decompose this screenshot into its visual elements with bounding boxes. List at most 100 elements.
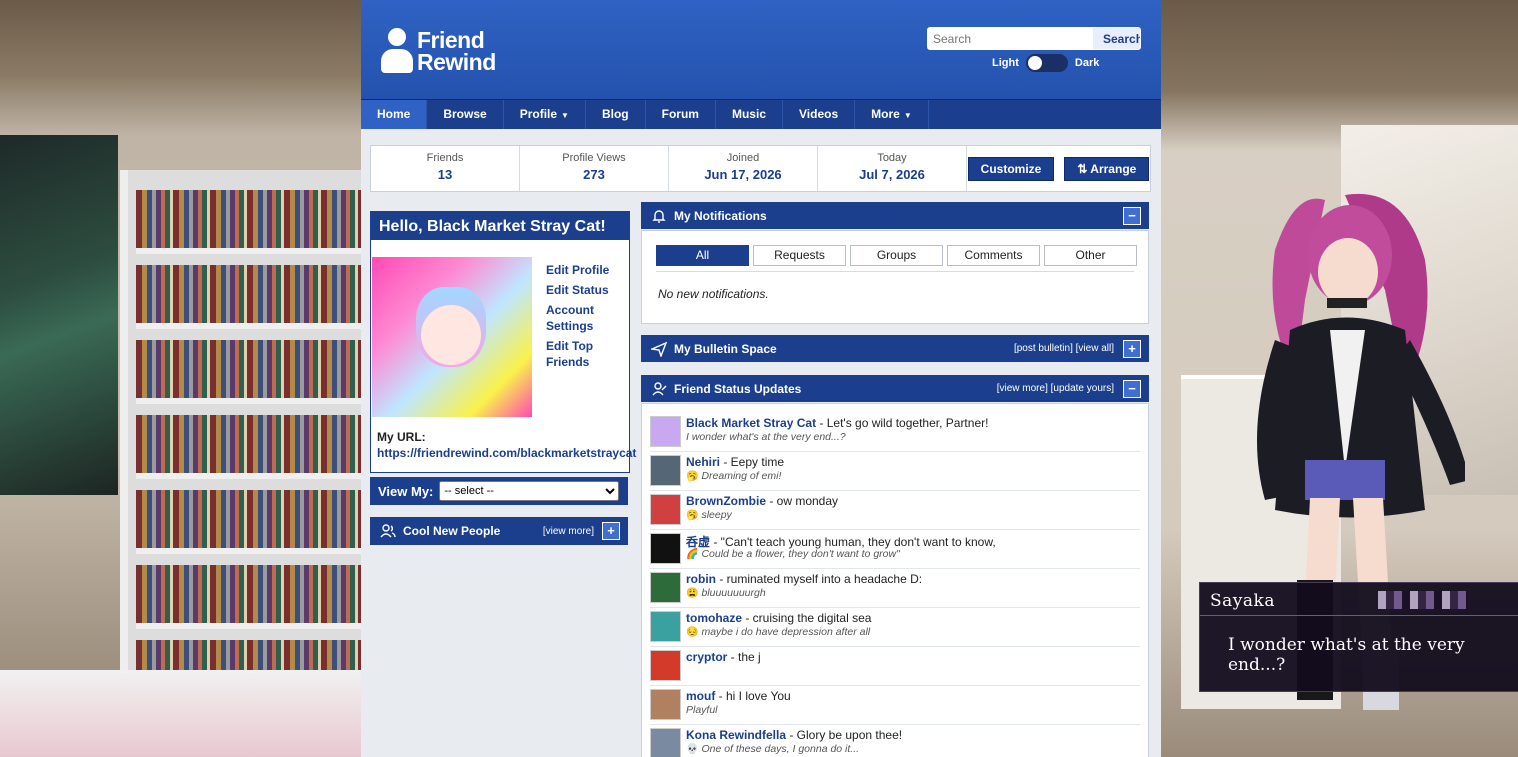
background-room-left xyxy=(0,0,369,757)
theme-dark-label: Dark xyxy=(1074,57,1100,69)
caret-down-icon: ▼ xyxy=(903,111,912,120)
dialogue-line: I wonder what's at the very end...? xyxy=(1228,635,1465,675)
edit-status-link[interactable]: Edit Status xyxy=(546,282,626,298)
status-text: - Glory be upon thee! xyxy=(786,728,903,742)
stat-today: Today Jul 7, 2026 xyxy=(818,146,967,191)
mood-icon: 😔 xyxy=(686,627,699,638)
friend-name-link[interactable]: robin xyxy=(686,572,716,586)
friend-name-link[interactable]: Nehiri xyxy=(686,455,720,469)
bulletin-links[interactable]: [post bulletin] [view all] xyxy=(1014,343,1114,354)
dialogue-box[interactable]: Sayaka I wonder what's at the very end..… xyxy=(1199,582,1518,692)
account-settings-link[interactable]: Account Settings xyxy=(546,302,626,334)
edit-top-friends-link[interactable]: Edit Top Friends xyxy=(546,338,626,370)
friend-avatar[interactable] xyxy=(650,494,681,525)
nav-videos[interactable]: Videos xyxy=(783,100,856,129)
friend-avatar[interactable] xyxy=(650,728,681,757)
status-row: robin - ruminated myself into a headache… xyxy=(650,569,1140,608)
cool-view-more-link[interactable]: [view more] xyxy=(543,526,594,537)
status-updates-title: Friend Status Updates xyxy=(674,381,802,396)
status-text: - ruminated myself into a headache D: xyxy=(716,572,923,586)
arrange-button[interactable]: ⇅ Arrange xyxy=(1064,156,1150,181)
tab-comments[interactable]: Comments xyxy=(947,245,1040,266)
status-line: Black Market Stray Cat - Let's go wild t… xyxy=(686,416,988,430)
nav-forum[interactable]: Forum xyxy=(646,100,716,129)
friend-name-link[interactable]: Black Market Stray Cat xyxy=(686,416,816,430)
nav-home[interactable]: Home xyxy=(361,100,428,129)
nav-more[interactable]: More ▼ xyxy=(855,100,929,129)
mood-icon: 🥱 xyxy=(686,510,699,521)
friend-name-link[interactable]: cryptor xyxy=(686,650,727,664)
status-mood-line: 😔 maybe i do have depression after all xyxy=(686,626,870,638)
notifications-header: My Notifications − xyxy=(641,202,1149,229)
status-line: tomohaze - cruising the digital sea xyxy=(686,611,871,625)
expand-button[interactable]: + xyxy=(602,522,620,540)
site-logo[interactable]: Friend Rewind xyxy=(381,28,496,74)
stat-friends: Friends 13 xyxy=(371,146,520,191)
people-icon xyxy=(380,524,396,538)
friend-avatar[interactable] xyxy=(650,416,681,447)
status-mood-line: 😩 bluuuuuuurgh xyxy=(686,587,766,599)
customize-button[interactable]: Customize xyxy=(967,156,1055,181)
empty-notifications: No new notifications. xyxy=(658,287,769,301)
mood-icon: 🌈 xyxy=(686,549,699,560)
site-main: Friend Rewind Search Light Dark Home Bro… xyxy=(361,0,1161,757)
mood-text: Could be a flower, they don't want to gr… xyxy=(701,548,900,560)
theme-toggle: Light Dark xyxy=(992,54,1099,72)
nav-browse[interactable]: Browse xyxy=(427,100,504,129)
collapse-button[interactable]: − xyxy=(1123,379,1141,398)
friend-name-link[interactable]: Kona Rewindfella xyxy=(686,728,786,742)
friend-avatar[interactable] xyxy=(650,533,681,564)
status-text: - hi I love You xyxy=(715,689,791,703)
stat-profile-views: Profile Views 273 xyxy=(520,146,669,191)
main-nav: Home Browse Profile ▼ Blog Forum Music Vi… xyxy=(361,99,1161,129)
friend-name-link[interactable]: mouf xyxy=(686,689,715,703)
search-input[interactable] xyxy=(928,28,1093,49)
status-row: mouf - hi I love You Playful xyxy=(650,686,1140,725)
mood-text: bluuuuuuurgh xyxy=(701,587,766,599)
tab-groups[interactable]: Groups xyxy=(850,245,943,266)
status-line: Kona Rewindfella - Glory be upon thee! xyxy=(686,728,902,742)
status-updates-links[interactable]: [view more] [update yours] xyxy=(997,383,1114,394)
caret-down-icon: ▼ xyxy=(561,111,569,120)
view-my-select[interactable]: -- select -- xyxy=(439,481,620,501)
friend-name-link[interactable]: tomohaze xyxy=(686,611,742,625)
friend-avatar[interactable] xyxy=(650,611,681,642)
mood-text: maybe i do have depression after all xyxy=(701,626,871,638)
dialogue-speaker: Sayaka xyxy=(1210,591,1275,611)
profile-stats-bar: Friends 13 Profile Views 273 Joined Jun … xyxy=(370,145,1151,192)
mood-icon: 💀 xyxy=(686,744,699,755)
profile-avatar[interactable] xyxy=(372,257,532,417)
status-text: - ow monday xyxy=(766,494,839,508)
edit-profile-link[interactable]: Edit Profile xyxy=(546,262,626,278)
collapse-button[interactable]: − xyxy=(1123,206,1141,225)
friend-avatar[interactable] xyxy=(650,689,681,720)
nav-music[interactable]: Music xyxy=(716,100,783,129)
tabs-divider xyxy=(656,271,1134,272)
search-button[interactable]: Search xyxy=(1093,28,1140,49)
my-url-link[interactable]: https://friendrewind.com/blackmarketstra… xyxy=(377,446,636,460)
friend-avatar[interactable] xyxy=(650,455,681,486)
background-bookshelf xyxy=(120,170,369,757)
nav-blog[interactable]: Blog xyxy=(586,100,646,129)
status-updates-list: Black Market Stray Cat - Let's go wild t… xyxy=(641,403,1149,757)
expand-button[interactable]: + xyxy=(1123,339,1141,358)
nav-profile[interactable]: Profile ▼ xyxy=(504,100,586,129)
friend-name-link[interactable]: 呑虚 xyxy=(686,535,710,549)
stat-joined: Joined Jun 17, 2026 xyxy=(669,146,818,191)
theme-switch[interactable] xyxy=(1025,54,1068,72)
bulletin-title: My Bulletin Space xyxy=(674,341,777,356)
hello-title: Hello, Black Market Stray Cat! xyxy=(371,212,629,240)
tab-requests[interactable]: Requests xyxy=(753,245,846,266)
tab-other[interactable]: Other xyxy=(1044,245,1137,266)
user-status-icon xyxy=(652,381,667,395)
status-row: 呑虚 - "Can't teach young human, they don'… xyxy=(650,530,1140,569)
friend-avatar[interactable] xyxy=(650,650,681,681)
view-my-label: View My: xyxy=(378,483,434,499)
site-header: Friend Rewind Search Light Dark xyxy=(361,0,1161,99)
status-line: cryptor - the j xyxy=(686,650,761,664)
tab-all[interactable]: All xyxy=(656,245,749,266)
friend-avatar[interactable] xyxy=(650,572,681,603)
friend-name-link[interactable]: BrownZombie xyxy=(686,494,766,508)
status-updates-header: Friend Status Updates [view more] [updat… xyxy=(641,375,1149,402)
mood-text: sleepy xyxy=(701,509,732,521)
